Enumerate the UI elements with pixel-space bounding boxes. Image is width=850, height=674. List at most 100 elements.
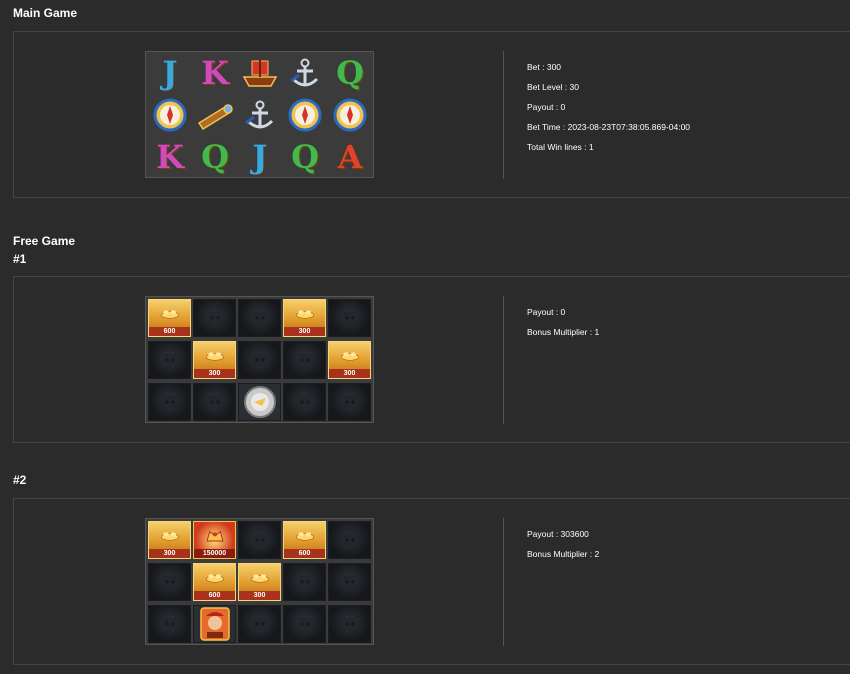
skull-icon: [251, 354, 268, 370]
skull-icon: [206, 396, 223, 412]
tile-value: 300: [239, 591, 280, 600]
round-1-reel-grid: 600 300 300 300: [145, 296, 374, 423]
reel-symbol-j: J: [238, 138, 281, 176]
round-1-info: Payout : 0 Bonus Multiplier : 1: [527, 302, 599, 342]
panel-divider: [503, 296, 504, 424]
skull-icon: [161, 354, 178, 370]
empty-skull-tile: [328, 299, 371, 337]
skull-icon: [341, 534, 358, 550]
pirate-tile: [193, 605, 236, 643]
total-win-lines-text: Total Win lines : 1: [527, 142, 594, 152]
reel-symbol-a: A: [328, 138, 371, 176]
gold-pile-icon: [160, 532, 179, 541]
bet-level-text: Bet Level : 30: [527, 82, 579, 92]
symbol-letter-k: K: [201, 54, 229, 92]
tile-value: 150000: [194, 549, 235, 558]
empty-skull-tile: [238, 521, 281, 559]
symbol-letter-q: Q: [336, 54, 364, 92]
skull-icon: [251, 618, 268, 634]
round-2-label: #2: [13, 473, 27, 487]
empty-skull-tile: [283, 605, 326, 643]
skull-icon: [251, 312, 268, 328]
payout-text: Payout : 0: [527, 307, 566, 317]
skull-icon: [161, 396, 178, 412]
skull-icon: [341, 576, 358, 592]
tile-value: 300: [149, 549, 190, 558]
empty-skull-tile: [148, 383, 191, 421]
symbol-letter-q: Q: [291, 138, 319, 176]
empty-skull-tile: [148, 563, 191, 601]
main-game-heading: Main Game: [13, 6, 78, 20]
gold-pile-icon: [205, 352, 224, 361]
skull-icon: [296, 618, 313, 634]
tile-value: 600: [194, 591, 235, 600]
gold-coin-tile: 300: [148, 521, 191, 559]
empty-skull-tile: [283, 341, 326, 379]
jackpot-tile: 150000: [193, 521, 236, 559]
tile-value: 600: [149, 327, 190, 336]
panel-divider: [503, 51, 504, 179]
payout-text: Payout : 0: [527, 102, 566, 112]
round-2-info: Payout : 303600 Bonus Multiplier : 2: [527, 524, 599, 564]
main-game-reel-grid: JKQKQJQA: [145, 51, 374, 178]
reel-symbol-q: Q: [328, 54, 371, 92]
empty-skull-tile: [193, 299, 236, 337]
symbol-letter-k: K: [156, 138, 184, 176]
free-game-round-1-panel: 600 300 300 300 Payout : 0 Bonus Multiplier…: [13, 276, 850, 443]
gold-pile-icon: [295, 310, 314, 319]
tile-value: 300: [194, 369, 235, 378]
skull-icon: [296, 576, 313, 592]
symbol-letter-a: A: [337, 138, 363, 176]
gold-coin-tile: 300: [238, 563, 281, 601]
empty-skull-tile: [238, 341, 281, 379]
gold-coin-tile: 300: [193, 341, 236, 379]
main-game-panel: JKQKQJQA Bet : 300 Bet Level : 30 Payout…: [13, 31, 850, 198]
gold-pile-icon: [340, 352, 359, 361]
reel-symbol-k: K: [193, 54, 236, 92]
empty-skull-tile: [148, 605, 191, 643]
empty-skull-tile: [148, 341, 191, 379]
skull-icon: [341, 396, 358, 412]
gold-pile-icon: [160, 310, 179, 319]
free-game-heading: Free Game: [13, 234, 76, 248]
main-game-info: Bet : 300 Bet Level : 30 Payout : 0 Bet …: [527, 57, 690, 157]
gold-coin-tile: 300: [328, 341, 371, 379]
gold-coin-tile: 300: [283, 299, 326, 337]
skull-icon: [161, 576, 178, 592]
compass-icon: [148, 96, 191, 134]
symbol-letter-q: Q: [201, 138, 229, 176]
tile-value: 600: [284, 549, 325, 558]
empty-skull-tile: [328, 383, 371, 421]
bet-time-text: Bet Time : 2023-08-23T07:38:05.869-04:00: [527, 122, 691, 132]
crown-icon: [205, 530, 224, 542]
gold-coin-tile: 600: [283, 521, 326, 559]
anchor-icon: [283, 54, 326, 92]
empty-skull-tile: [238, 605, 281, 643]
empty-skull-tile: [238, 299, 281, 337]
anchor-icon: [238, 96, 281, 134]
silver-coin-tile: [238, 383, 281, 421]
round-2-reel-grid: 300 150000 600 600 300: [145, 518, 374, 645]
symbol-letter-j: J: [162, 54, 177, 92]
skull-icon: [341, 618, 358, 634]
reel-symbol-j: J: [148, 54, 191, 92]
tile-value: 300: [329, 369, 370, 378]
symbol-letter-j: J: [252, 138, 267, 176]
gold-pile-icon: [295, 532, 314, 541]
ship-icon: [238, 54, 281, 92]
tile-value: 300: [284, 327, 325, 336]
pirate-icon: [199, 607, 230, 641]
compass-icon: [328, 96, 371, 134]
skull-icon: [341, 312, 358, 328]
empty-skull-tile: [328, 521, 371, 559]
reel-symbol-q: Q: [193, 138, 236, 176]
skull-icon: [296, 396, 313, 412]
free-game-round-2-panel: 300 150000 600 600 300 Payout : 303600 Bonus…: [13, 498, 850, 665]
gold-pile-icon: [250, 574, 269, 583]
skull-icon: [161, 618, 178, 634]
empty-skull-tile: [328, 563, 371, 601]
gold-coin-tile: 600: [148, 299, 191, 337]
empty-skull-tile: [328, 605, 371, 643]
payout-text: Payout : 303600: [527, 529, 589, 539]
bonus-multiplier-text: Bonus Multiplier : 2: [527, 549, 600, 559]
